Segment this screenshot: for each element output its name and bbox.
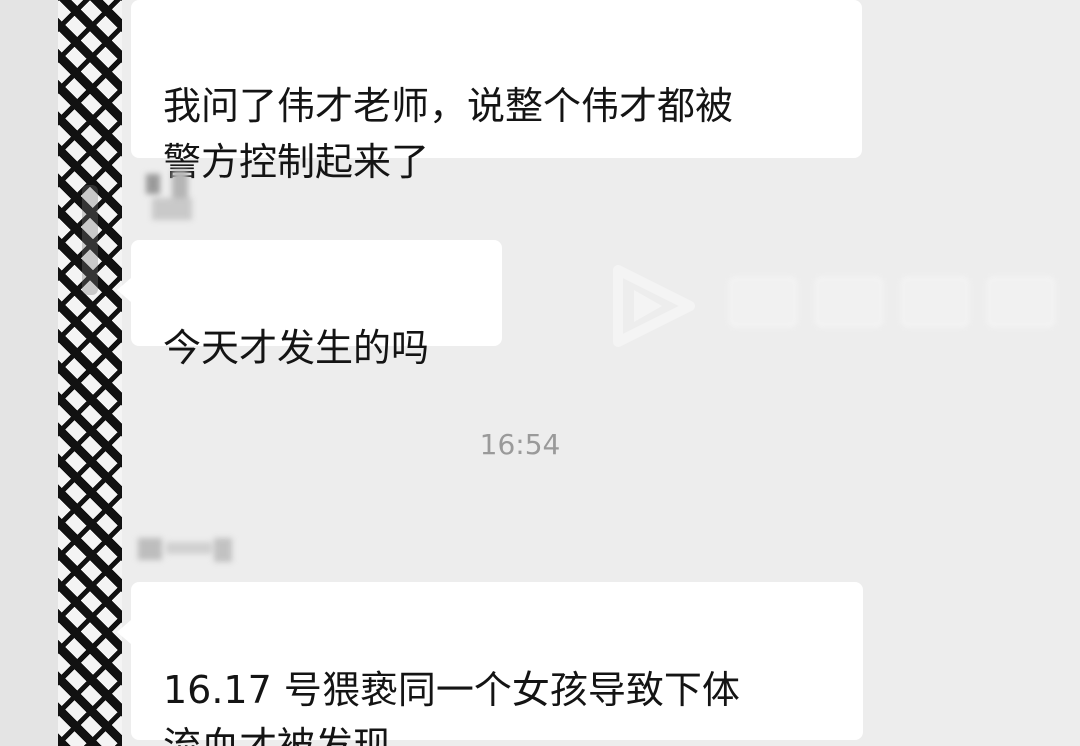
chat-screen: 我问了伟才老师，说整个伟才都被 警方控制起来了 今天才发生的吗 16:54 16… [0, 0, 1080, 746]
play-icon [613, 265, 695, 347]
edge-shadow [82, 185, 98, 295]
message-bubble[interactable]: 今天才发生的吗 [117, 240, 502, 370]
watermark-logo [728, 276, 1058, 328]
message-text: 我问了伟才老师，说整个伟才都被 警方控制起来了 [163, 84, 734, 184]
message-text: 今天才发生的吗 [163, 326, 430, 370]
blurred-sender-name [136, 532, 236, 568]
houndstooth-pattern-border [58, 0, 122, 746]
blurred-sender-avatar [138, 168, 208, 230]
message-text: 16.17 号猥亵同一个女孩导致下体 流血才被发现 [163, 668, 740, 746]
message-timestamp: 16:54 [479, 428, 561, 461]
message-bubble[interactable]: 16.17 号猥亵同一个女孩导致下体 流血才被发现 [117, 582, 863, 746]
message-bubble[interactable]: 我问了伟才老师，说整个伟才都被 警方控制起来了 [131, 0, 862, 184]
watermark [600, 250, 1070, 360]
left-panel-edge [0, 0, 58, 746]
